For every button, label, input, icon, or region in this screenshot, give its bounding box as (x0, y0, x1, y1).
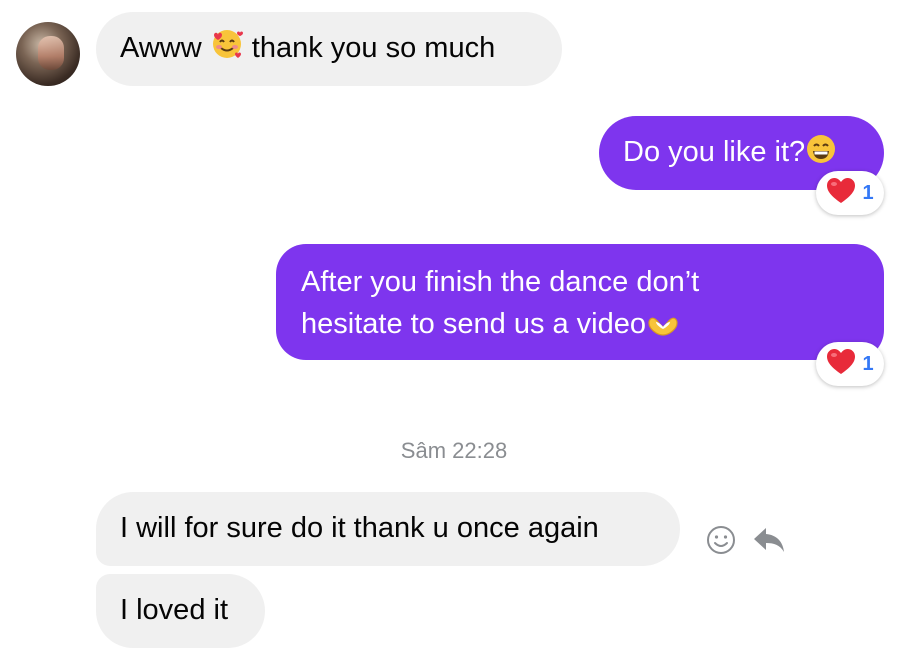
heart-icon (826, 177, 856, 210)
message-text-line: hesitate to send us a video (301, 308, 647, 340)
message-bubble-outgoing[interactable]: After you finish the dance don’t hesitat… (276, 244, 884, 360)
grinning-face-with-smiling-eyes-icon (805, 133, 837, 177)
reaction-badge[interactable]: 1 (816, 171, 884, 215)
reaction-count: 1 (862, 352, 874, 375)
reply-icon[interactable] (752, 524, 786, 561)
timestamp: Sâm 22:28 (400, 438, 508, 463)
heart-icon (826, 348, 856, 381)
message-bubble-incoming[interactable]: Awww thank you so much (96, 12, 562, 86)
message-text: Awww (120, 32, 202, 64)
message-bubble-incoming[interactable]: I loved it (96, 574, 265, 648)
message-text: Do you like it? (623, 136, 806, 168)
message-text: thank you so much (251, 32, 496, 64)
reaction-count: 1 (862, 181, 874, 204)
emoji-react-icon[interactable] (705, 524, 737, 561)
contact-avatar[interactable] (16, 22, 80, 86)
reaction-badge[interactable]: 1 (816, 342, 884, 386)
message-text-line: After you finish the dance don’t (301, 266, 700, 298)
message-bubble-incoming[interactable]: I will for sure do it thank u once again (96, 492, 680, 566)
message-text: I loved it (120, 594, 228, 626)
smiling-face-with-hearts-icon (210, 27, 244, 73)
heart-hands-icon (646, 307, 680, 349)
message-text: I will for sure do it thank u once again (120, 512, 599, 544)
